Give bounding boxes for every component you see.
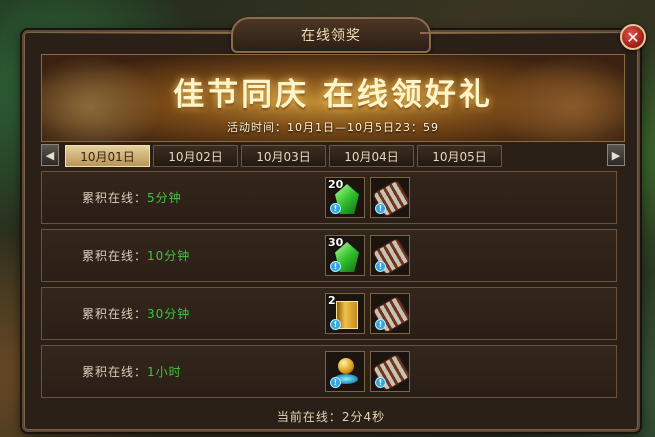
current-online-time: 当前在线：2分4秒 — [276, 410, 386, 424]
row-label: 累积在线：30分钟 — [82, 305, 190, 322]
reward-item-golden-orb[interactable]: ! — [325, 351, 365, 392]
tab-oct-04[interactable]: 10月04日 — [329, 145, 414, 167]
info-icon: ! — [330, 377, 341, 388]
row-label: 累积在线：5分钟 — [82, 189, 182, 206]
event-time: 活动时间：10月1日—10月5日23：59 — [227, 121, 439, 134]
reward-item-green-gem[interactable]: 30 ! — [325, 235, 365, 276]
info-icon: ! — [330, 261, 341, 272]
reward-item-scroll[interactable]: ! — [370, 177, 410, 218]
item-count: 30 — [328, 236, 344, 249]
arrow-left-icon: ◀ — [45, 148, 55, 162]
reward-item-scroll[interactable]: ! — [370, 351, 410, 392]
prev-page-button[interactable]: ◀ — [41, 144, 59, 166]
close-icon: ✕ — [626, 27, 640, 47]
info-icon: ! — [330, 203, 341, 214]
row-duration: 1小时 — [147, 365, 182, 379]
next-page-button[interactable]: ▶ — [607, 144, 625, 166]
info-icon: ! — [375, 203, 386, 214]
info-icon: ! — [330, 319, 341, 330]
row-duration: 30分钟 — [147, 307, 191, 321]
arrow-right-icon: ▶ — [611, 148, 621, 162]
row-prefix: 累积在线： — [82, 249, 148, 263]
title-ornament-right — [420, 32, 630, 34]
info-icon: ! — [375, 377, 386, 388]
row-label: 累积在线：1小时 — [82, 363, 182, 380]
row-label: 累积在线：10分钟 — [82, 247, 190, 264]
tab-oct-05[interactable]: 10月05日 — [417, 145, 502, 167]
online-reward-window: 在线领奖 ✕ 佳节同庆 在线领好礼 活动时间：10月1日—10月5日23：59 … — [22, 17, 646, 432]
reward-item-green-gem[interactable]: 20 ! — [325, 177, 365, 218]
reward-row: 累积在线：1小时 ! ! — [41, 345, 617, 398]
reward-item-gold-book[interactable]: 2 ! — [325, 293, 365, 334]
tab-oct-03[interactable]: 10月03日 — [241, 145, 326, 167]
item-count: 2 — [328, 294, 336, 307]
tab-oct-01[interactable]: 10月01日 — [65, 145, 150, 167]
reward-item-scroll[interactable]: ! — [370, 235, 410, 276]
row-duration: 5分钟 — [147, 191, 182, 205]
row-prefix: 累积在线： — [82, 307, 148, 321]
item-count: 20 — [328, 178, 344, 191]
event-banner: 佳节同庆 在线领好礼 活动时间：10月1日—10月5日23：59 — [41, 54, 625, 142]
reward-item-scroll[interactable]: ! — [370, 293, 410, 334]
window-title: 在线领奖 — [231, 17, 431, 53]
info-icon: ! — [375, 319, 386, 330]
reward-row: 累积在线：5分钟 20 ! ! — [41, 171, 617, 224]
close-button[interactable]: ✕ — [620, 24, 646, 50]
row-duration: 10分钟 — [147, 249, 191, 263]
info-icon: ! — [375, 261, 386, 272]
banner-title: 佳节同庆 在线领好礼 — [173, 77, 493, 113]
tab-oct-02[interactable]: 10月02日 — [153, 145, 238, 167]
reward-row: 累积在线：10分钟 30 ! ! — [41, 229, 617, 282]
reward-row: 累积在线：30分钟 2 ! ! — [41, 287, 617, 340]
title-bar: 在线领奖 — [24, 14, 638, 56]
date-tabs: ◀ 10月01日 10月02日 10月03日 10月04日 10月05日 ▶ — [41, 144, 625, 168]
row-prefix: 累积在线： — [82, 191, 148, 205]
row-prefix: 累积在线： — [82, 365, 148, 379]
golden-orb-icon — [338, 358, 354, 374]
title-ornament-left — [32, 32, 242, 34]
